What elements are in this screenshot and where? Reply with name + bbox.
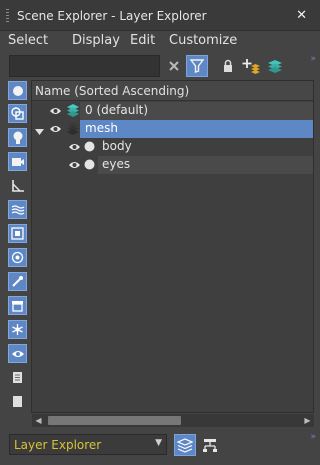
scrollbar-thumb[interactable] (48, 416, 181, 425)
scroll-right-arrow-icon[interactable]: ▶ (303, 416, 312, 425)
explorer-type-select[interactable]: Layer Explorer ▼ (9, 434, 167, 455)
tree-row-default-layer[interactable]: 0 (default) (32, 102, 313, 120)
more-chevron-icon[interactable]: » (310, 54, 315, 64)
xrefs-icon[interactable] (8, 248, 27, 267)
toolbar: » (0, 52, 320, 80)
row-label: eyes (102, 157, 131, 171)
expand-arrow-icon[interactable] (35, 125, 44, 139)
layer-stack-icon (66, 103, 80, 121)
funnel-filter-icon[interactable] (186, 55, 208, 77)
cameras-icon[interactable] (8, 152, 27, 171)
dropdown-arrow-icon: ▼ (155, 438, 162, 448)
lights-icon[interactable] (8, 128, 27, 147)
more-chevron-icon[interactable]: » (310, 432, 315, 442)
row-label: mesh (85, 121, 118, 135)
sort-by-hierarchy-icon[interactable] (199, 434, 221, 456)
menu-customize[interactable]: Customize (169, 33, 237, 48)
menu-select[interactable]: Select (8, 33, 48, 48)
containers-icon[interactable] (8, 296, 27, 315)
scroll-left-arrow-icon[interactable]: ◀ (34, 416, 43, 425)
row-label: 0 (default) (85, 103, 149, 117)
display-none-icon[interactable] (8, 392, 27, 411)
column-header[interactable]: Name (Sorted Ascending) (32, 81, 313, 101)
search-input[interactable] (9, 55, 160, 77)
object-sphere-icon (84, 141, 95, 155)
visibility-eye-icon[interactable] (68, 159, 81, 173)
window-title: Scene Explorer - Layer Explorer (17, 9, 207, 23)
visibility-eye-icon[interactable] (49, 123, 62, 137)
explorer-type-value: Layer Explorer (14, 438, 102, 452)
frozen-icon[interactable] (8, 320, 27, 339)
sort-by-layer-icon[interactable] (174, 434, 196, 456)
tree-row-body[interactable]: body (32, 138, 313, 156)
row-background (98, 156, 313, 174)
visibility-eye-icon[interactable] (49, 105, 62, 119)
visibility-eye-icon[interactable] (68, 141, 81, 155)
layers-icon[interactable] (264, 55, 286, 77)
groups-icon[interactable] (8, 224, 27, 243)
column-header-label: Name (Sorted Ascending) (35, 84, 190, 98)
helpers-icon[interactable] (8, 176, 27, 195)
menu-bar: Select Display Edit Customize (0, 31, 320, 52)
geometry-icon[interactable] (8, 81, 27, 100)
hidden-icon[interactable] (8, 344, 27, 363)
lock-icon[interactable] (217, 55, 239, 77)
row-label: body (102, 139, 132, 153)
bones-icon[interactable] (8, 272, 27, 291)
close-button[interactable]: ✕ (296, 8, 307, 23)
menu-edit[interactable]: Edit (130, 33, 155, 48)
title-bar[interactable]: Scene Explorer - Layer Explorer ✕ (0, 0, 320, 31)
add-to-layer-icon[interactable] (240, 55, 262, 77)
spacewarps-icon[interactable] (8, 200, 27, 219)
object-sphere-icon (84, 159, 95, 173)
tree-row-mesh-layer[interactable]: mesh (32, 120, 313, 138)
shapes-icon[interactable] (8, 104, 27, 123)
tree-row-eyes[interactable]: eyes (32, 156, 313, 174)
clear-filter-icon[interactable] (163, 55, 185, 77)
display-all-icon[interactable] (8, 368, 27, 387)
horizontal-scrollbar[interactable]: ◀ ▶ (32, 414, 314, 427)
layer-tree[interactable]: Name (Sorted Ascending) 0 (default) mesh (31, 80, 314, 413)
drag-grip-icon[interactable] (6, 9, 9, 23)
layer-stack-icon (66, 121, 80, 139)
bottom-bar: Layer Explorer ▼ » (0, 430, 320, 465)
menu-display[interactable]: Display (72, 33, 120, 48)
